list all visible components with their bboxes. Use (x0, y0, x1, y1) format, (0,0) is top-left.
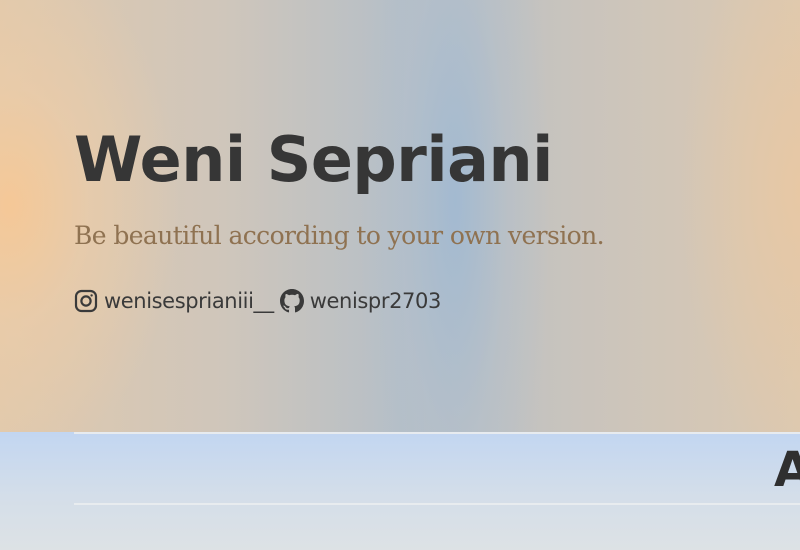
instagram-handle: wenisesprianiii__ (104, 289, 274, 313)
page-title: Weni Sepriani (74, 123, 553, 196)
section-top-divider (74, 432, 800, 434)
github-link[interactable]: wenispr2703 (279, 289, 442, 313)
section-heading: A (774, 442, 800, 498)
instagram-icon (74, 289, 98, 313)
github-handle: wenispr2703 (309, 289, 442, 313)
tagline: Be beautiful according to your own versi… (74, 221, 605, 250)
github-icon (279, 289, 304, 313)
instagram-link[interactable]: wenisesprianiii__ (74, 289, 274, 313)
hero-banner: Weni Sepriani Be beautiful according to … (0, 0, 800, 432)
section-divider (74, 503, 800, 505)
about-section: A (0, 432, 800, 550)
social-links: wenisesprianiii__ wenispr2703 (74, 286, 441, 316)
